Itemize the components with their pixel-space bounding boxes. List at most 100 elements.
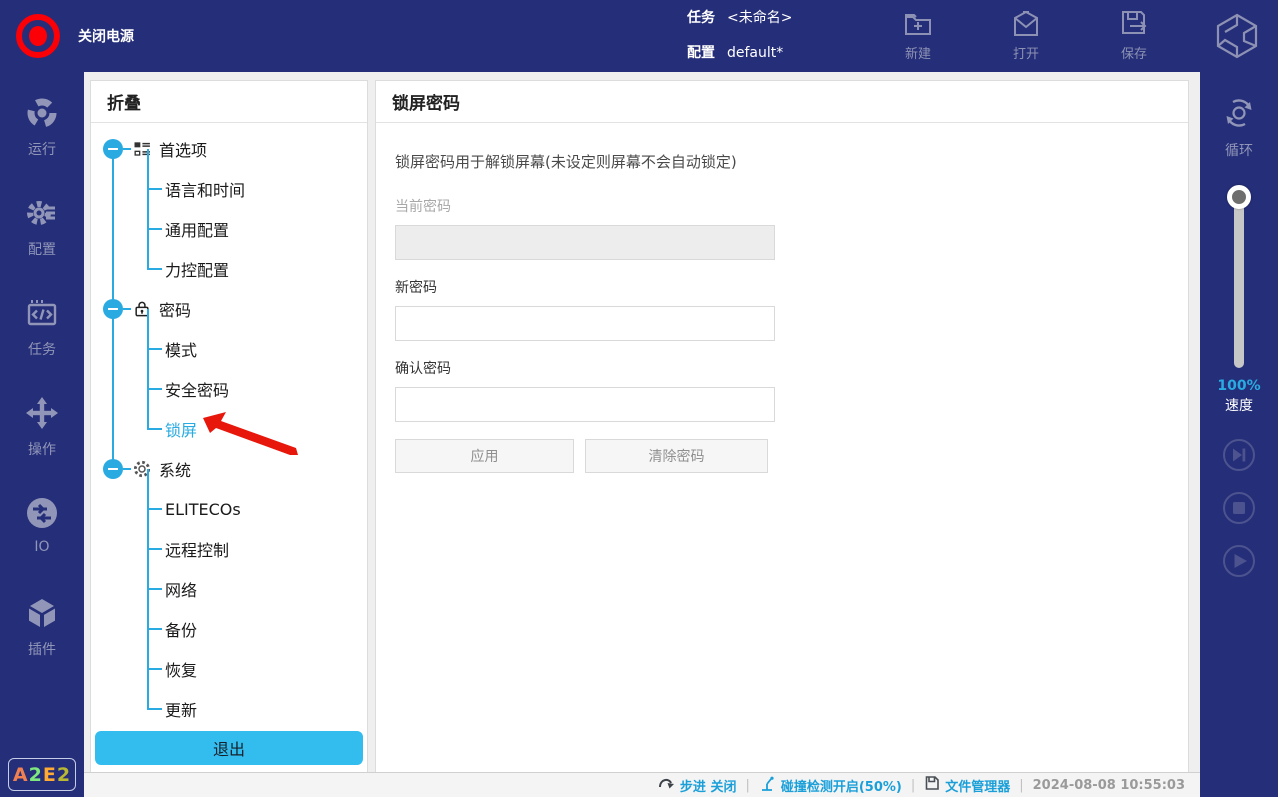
description-text: 锁屏密码用于解锁屏幕(未设定则屏幕不会自动锁定) (395, 151, 1169, 172)
apply-button[interactable]: 应用 (395, 439, 574, 473)
tree-item-restore[interactable]: 恢复 (147, 649, 367, 689)
run-target-icon (25, 96, 59, 134)
tree-item-remote-control[interactable]: 远程控制 (147, 529, 367, 569)
tree-item-label: 锁屏 (165, 417, 197, 441)
new-button[interactable]: 新建 (888, 8, 948, 62)
tree-item-backup[interactable]: 备份 (147, 609, 367, 649)
sidebar-item-io[interactable]: IO (0, 496, 84, 555)
sidebar-item-plugin[interactable]: 插件 (0, 596, 84, 659)
collision-status[interactable]: 碰撞检测开启(50%) (759, 775, 902, 796)
topbar-actions: 新建 打开 (888, 8, 1164, 62)
tree-group-system[interactable]: 系统 (91, 449, 367, 489)
exit-button[interactable]: 退出 (95, 731, 363, 765)
task-row: 任务 <未命名> (687, 7, 792, 29)
tree-connector (123, 468, 131, 470)
loop-cycle-icon (1220, 94, 1258, 136)
badge-letter: 2 (29, 764, 43, 786)
tree-group-preferences[interactable]: 首选项 (91, 129, 367, 169)
sidebar-item-label: 操作 (28, 439, 56, 459)
settings-tree: 首选项 语言和时间 通用配置 力控配置 (91, 123, 367, 729)
tree-item-label: 语言和时间 (165, 177, 245, 201)
sidebar-item-label: 运行 (28, 139, 56, 159)
lock-screen-password-panel: 锁屏密码 锁屏密码用于解锁屏幕(未设定则屏幕不会自动锁定) 当前密码 新密码 确… (375, 80, 1189, 773)
stop-button[interactable] (1222, 491, 1256, 525)
content-body: 锁屏密码用于解锁屏幕(未设定则屏幕不会自动锁定) 当前密码 新密码 确认密码 应… (376, 123, 1188, 473)
tree-item-label: 备份 (165, 617, 197, 641)
tree-connector (123, 308, 131, 310)
step-status[interactable]: 步进 关闭 (658, 775, 737, 796)
step-status-label: 步进 关闭 (680, 776, 737, 795)
step-arrow-icon (658, 775, 675, 796)
sidebar-item-label: 任务 (28, 339, 56, 359)
tree-item-label: 恢复 (165, 657, 197, 681)
badge-letter: E (43, 764, 57, 786)
open-label: 打开 (1013, 43, 1039, 62)
tree-item-general-config[interactable]: 通用配置 (147, 209, 367, 249)
version-badge[interactable]: A 2 E 2 (8, 758, 76, 791)
tree-item-network[interactable]: 网络 (147, 569, 367, 609)
cube-icon (25, 596, 59, 634)
collapse-minus-icon[interactable] (103, 139, 123, 159)
tree-item-label: 网络 (165, 577, 197, 601)
sidebar-item-label: 配置 (28, 239, 56, 259)
loop-label: 循环 (1225, 140, 1253, 160)
loop-mode-button[interactable]: 循环 (1200, 94, 1278, 160)
save-button[interactable]: 保存 (1104, 8, 1164, 62)
open-envelope-icon (1010, 8, 1042, 40)
teach-pendant-app: 关闭电源 任务 <未命名> 配置 default* 新建 (0, 0, 1278, 797)
robot-collision-icon (759, 775, 776, 796)
tree-group-password[interactable]: 密码 (91, 289, 367, 329)
tree-item-label: 安全密码 (165, 377, 229, 401)
tree-item-force-config[interactable]: 力控配置 (147, 249, 367, 289)
current-password-label: 当前密码 (395, 196, 1169, 216)
tree-children-preferences: 语言和时间 通用配置 力控配置 (147, 169, 367, 289)
lock-icon (132, 299, 152, 319)
tree-item-label: 模式 (165, 337, 197, 361)
step-forward-button[interactable] (1222, 438, 1256, 472)
new-password-input[interactable] (395, 306, 775, 341)
save-label: 保存 (1121, 43, 1147, 62)
file-manager-button[interactable]: 文件管理器 (924, 775, 1010, 795)
tree-item-update[interactable]: 更新 (147, 689, 367, 729)
tree-group-label: 密码 (159, 297, 191, 321)
gear-icon (132, 459, 152, 479)
main-area: 折叠 首选项 (84, 72, 1200, 797)
config-value: default* (727, 42, 783, 64)
open-button[interactable]: 打开 (996, 8, 1056, 62)
power-button[interactable]: 关闭电源 (16, 8, 134, 64)
statusbar-separator: | (911, 778, 915, 793)
gear-list-icon (25, 196, 59, 234)
settings-tree-panel: 折叠 首选项 (90, 80, 368, 773)
speed-slider-track[interactable] (1234, 190, 1244, 368)
tree-item-label: 远程控制 (165, 537, 229, 561)
tree-group-label: 首选项 (159, 137, 207, 161)
confirm-password-input[interactable] (395, 387, 775, 422)
tree-item-safety-password[interactable]: 安全密码 (147, 369, 367, 409)
collapse-minus-icon[interactable] (103, 299, 123, 319)
tree-children-system: ELITECOs 远程控制 网络 备份 恢复 更新 (147, 489, 367, 729)
collision-status-label: 碰撞检测开启(50%) (781, 776, 902, 795)
play-button[interactable] (1222, 544, 1256, 578)
tree-panel-header[interactable]: 折叠 (91, 81, 367, 123)
sidebar-item-config[interactable]: 配置 (0, 196, 84, 259)
tree-item-language-time[interactable]: 语言和时间 (147, 169, 367, 209)
tree-item-lock-screen[interactable]: 锁屏 (147, 409, 367, 449)
tree-item-mode[interactable]: 模式 (147, 329, 367, 369)
task-value: <未命名> (727, 7, 792, 29)
tree-children-password: 模式 安全密码 锁屏 (147, 329, 367, 449)
power-record-icon (16, 14, 60, 58)
collapse-minus-icon[interactable] (103, 459, 123, 479)
current-password-input[interactable] (395, 225, 775, 260)
sidebar-item-operate[interactable]: 操作 (0, 396, 84, 459)
tree-item-elitecos[interactable]: ELITECOs (147, 489, 367, 529)
tree-item-label: 通用配置 (165, 217, 229, 241)
io-arrows-icon (25, 496, 59, 534)
sidebar-item-task[interactable]: 任务 (0, 296, 84, 359)
tree-item-label: ELITECOs (165, 500, 241, 519)
clear-password-button[interactable]: 清除密码 (585, 439, 768, 473)
statusbar-timestamp: 2024-08-08 10:55:03 (1033, 778, 1185, 793)
sidebar-item-run[interactable]: 运行 (0, 96, 84, 159)
sidebar-item-label: IO (34, 539, 49, 555)
statusbar: 步进 关闭 | 碰撞检测开启(50%) | (84, 772, 1200, 797)
speed-slider-knob[interactable] (1227, 185, 1251, 209)
